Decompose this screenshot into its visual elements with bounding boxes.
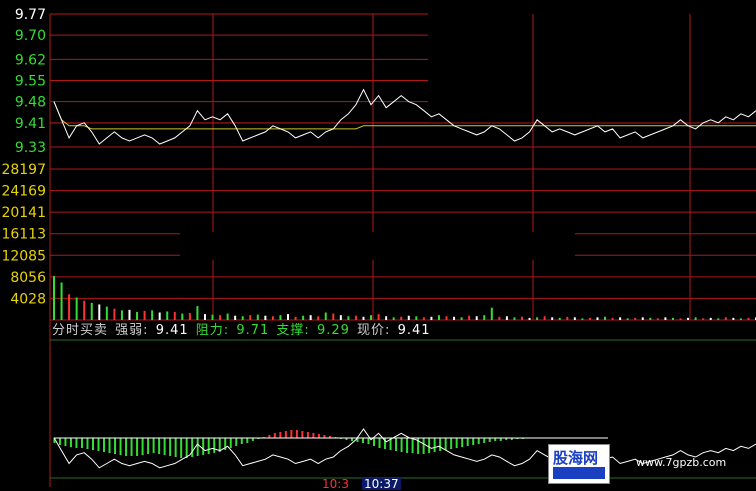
time-tag-right: 10:37	[362, 477, 401, 491]
strength-label: 强弱:	[115, 323, 149, 338]
avg-price-line	[53, 101, 756, 130]
support-label: 支撑:	[276, 323, 310, 338]
price-line	[53, 88, 756, 145]
stock-site-logo-icon	[553, 467, 605, 479]
indicator-bar: 分时买卖 强弱: 9.41 阻力: 9.71 支撑: 9.29 现价: 9.41	[52, 322, 433, 340]
strength-value: 9.41	[155, 323, 189, 338]
price-label: 现价:	[357, 323, 391, 338]
site-url[interactable]: www.7gpzb.com	[636, 456, 726, 469]
gridline-gap	[180, 232, 575, 260]
logo-text: 股海网	[553, 449, 599, 467]
resistance-value: 9.71	[236, 323, 270, 338]
volume-tick-label: 24169	[1, 184, 46, 200]
volume-tick-label: 8056	[10, 270, 46, 286]
indicator-name: 分时买卖	[52, 323, 109, 338]
intraday-chart[interactable]: 9.77 9.70 9.62 9.55 9.48 9.41 9.33 28197 24169 20…	[0, 0, 756, 487]
price-tick-label: 9.33	[15, 140, 46, 156]
volume-tick-label: 4028	[10, 291, 46, 307]
support-value: 9.29	[316, 323, 350, 338]
volume-tick-label: 28197	[1, 162, 46, 178]
price-tick-label: 9.70	[15, 28, 46, 44]
volume-tick-label: 20141	[1, 205, 46, 221]
price-tick-label: 9.48	[15, 95, 46, 111]
volume-tick-label: 12085	[1, 248, 46, 264]
price-tick-label: 9.55	[15, 74, 46, 90]
price-tick-label: 9.41	[15, 116, 46, 132]
volume-tick-label: 16113	[1, 227, 46, 243]
price-tick-label: 9.62	[15, 52, 46, 68]
price-tick-label: 9.77	[15, 7, 46, 23]
resistance-label: 阻力:	[195, 323, 230, 338]
price-value: 9.41	[397, 323, 431, 338]
time-tag-left: 10:3	[322, 477, 349, 491]
site-logo[interactable]: 股海网	[548, 444, 610, 484]
